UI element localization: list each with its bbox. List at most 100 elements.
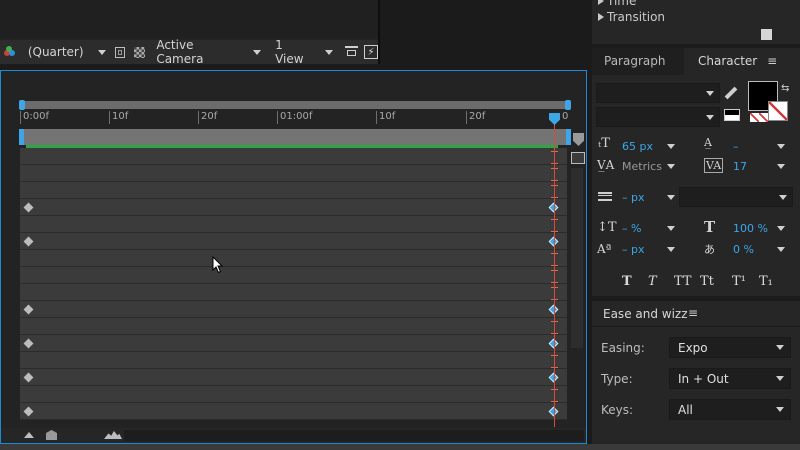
faux-italic-button[interactable]: T — [648, 274, 657, 289]
resolution-value: (Quarter) — [27, 45, 84, 59]
keyframe-start[interactable] — [23, 338, 34, 349]
zoom-out-icon[interactable] — [24, 432, 34, 438]
keyframe-track[interactable] — [20, 148, 567, 165]
all-caps-button[interactable]: TT — [674, 274, 692, 289]
color-channels-icon[interactable] — [4, 46, 18, 58]
leading-value[interactable]: – — [733, 140, 739, 153]
tsume-value[interactable]: 0 % — [733, 243, 754, 256]
toggle-pixel-aspect-icon[interactable] — [345, 46, 359, 58]
tab-character[interactable]: Character ≡ — [684, 48, 800, 75]
faux-bold-button[interactable]: T — [622, 274, 632, 289]
keyframe-track[interactable] — [20, 403, 567, 420]
keyframe-track[interactable] — [20, 233, 567, 250]
chevron-down-icon[interactable] — [777, 144, 785, 149]
composition-navigator-bar[interactable] — [19, 129, 571, 145]
current-time-indicator[interactable] — [554, 117, 555, 427]
swap-colors-icon[interactable]: ⇆ — [781, 83, 789, 94]
keys-dropdown[interactable]: All — [669, 399, 791, 420]
ruler-label: 0:00f — [20, 111, 49, 124]
comp-start-handle[interactable] — [19, 129, 24, 145]
zoom-in-icon[interactable] — [104, 431, 122, 439]
keyframe-track[interactable] — [20, 335, 567, 352]
keys-value: All — [678, 403, 693, 417]
keyframe-start[interactable] — [23, 304, 34, 315]
ruler-label: 01:00f — [277, 111, 312, 124]
vertical-scrollbar[interactable] — [571, 168, 583, 348]
keyframe-track[interactable] — [20, 165, 567, 182]
chevron-down-icon[interactable] — [777, 164, 785, 169]
region-of-interest-icon[interactable] — [114, 46, 126, 58]
fast-previews-icon[interactable]: ⚡ — [364, 45, 378, 59]
keyframe-track[interactable] — [20, 369, 567, 386]
camera-dropdown[interactable]: Active Camera — [156, 38, 262, 66]
chevron-down-icon[interactable] — [667, 164, 675, 169]
font-family-dropdown[interactable] — [596, 83, 720, 103]
font-size-value[interactable]: 65 px — [622, 140, 653, 153]
work-area-end-handle[interactable] — [565, 100, 571, 110]
horizontal-scale-value[interactable]: 100 % — [733, 222, 768, 235]
chevron-down-icon[interactable] — [667, 226, 675, 231]
timeline-horizontal-scroll[interactable] — [124, 430, 584, 441]
kerning-value[interactable]: Metrics — [622, 160, 662, 173]
easing-label: Easing: — [601, 341, 645, 355]
small-caps-button[interactable]: Tt — [700, 274, 714, 289]
keyframe-start[interactable] — [23, 372, 34, 383]
composition-canvas[interactable] — [0, 0, 378, 38]
work-area-start-handle[interactable] — [19, 100, 25, 110]
easing-dropdown[interactable]: Expo — [669, 337, 791, 358]
baseline-shift-value[interactable]: – px — [622, 243, 645, 256]
keyframe-track[interactable] — [20, 284, 567, 301]
vertical-scale-icon: ↕T — [597, 220, 617, 235]
resolution-dropdown[interactable]: (Quarter) — [28, 45, 106, 59]
zoom-slider-handle[interactable] — [46, 430, 57, 440]
keyframe-track[interactable] — [20, 386, 567, 403]
keyframe-track[interactable] — [20, 267, 567, 284]
stroke-width-value[interactable]: – px — [622, 191, 645, 204]
no-fill-icon[interactable] — [750, 113, 759, 122]
stroke-type-dropdown[interactable] — [679, 187, 793, 207]
time-ruler[interactable]: 0:00f 10f 20f 01:00f 10f 20f 0 — [20, 111, 570, 125]
type-dropdown[interactable]: In + Out — [669, 368, 791, 389]
eyedropper-icon[interactable] — [724, 86, 738, 100]
keyframe-track[interactable] — [20, 301, 567, 318]
keyframe-track[interactable] — [20, 250, 567, 267]
keyframe-track[interactable] — [20, 318, 567, 335]
vertical-scale-value[interactable]: – % — [622, 222, 641, 235]
view-layout-dropdown[interactable]: 1 View — [275, 38, 334, 66]
comp-end-handle[interactable] — [566, 129, 571, 145]
chevron-down-icon[interactable] — [667, 247, 675, 252]
effects-presets-panel: Time Transition — [592, 0, 800, 44]
comp-button-icon[interactable] — [571, 152, 585, 164]
type-value: In + Out — [678, 372, 729, 386]
work-area-bar[interactable] — [19, 100, 571, 110]
tab-paragraph[interactable]: Paragraph — [592, 48, 684, 75]
keyframe-track[interactable] — [20, 352, 567, 369]
chevron-down-icon[interactable] — [777, 226, 785, 231]
chevron-down-icon[interactable] — [667, 195, 675, 200]
keyframe-track[interactable] — [20, 199, 567, 216]
effect-category-time[interactable]: Time — [598, 0, 636, 8]
kerning-icon: V̲A — [597, 158, 615, 172]
keyframe-start[interactable] — [23, 406, 34, 417]
subscript-button[interactable]: T₁ — [759, 274, 773, 289]
no-stroke-swatch[interactable] — [768, 101, 788, 121]
chevron-down-icon[interactable] — [667, 144, 675, 149]
no-stroke-small-icon[interactable] — [759, 113, 768, 122]
chevron-down-icon[interactable] — [777, 247, 785, 252]
new-folder-icon[interactable] — [761, 29, 772, 40]
superscript-button[interactable]: T¹ — [732, 274, 746, 289]
panel-menu-icon[interactable]: ≡ — [688, 306, 698, 320]
keyframe-start[interactable] — [23, 236, 34, 247]
tracking-value[interactable]: 17 — [733, 160, 747, 173]
keyframe-tracks[interactable] — [20, 148, 567, 427]
keyframe-track[interactable] — [20, 182, 567, 199]
tab-label: Paragraph — [604, 54, 666, 68]
font-style-dropdown[interactable] — [596, 107, 720, 127]
font-size-icon: ₜT — [598, 136, 610, 151]
default-colors-icon[interactable] — [724, 109, 740, 121]
keyframe-track[interactable] — [20, 216, 567, 233]
keyframe-start[interactable] — [23, 202, 34, 213]
transparency-grid-icon[interactable] — [134, 46, 146, 58]
panel-menu-icon[interactable]: ≡ — [767, 54, 777, 68]
effect-category-transition[interactable]: Transition — [598, 10, 665, 24]
